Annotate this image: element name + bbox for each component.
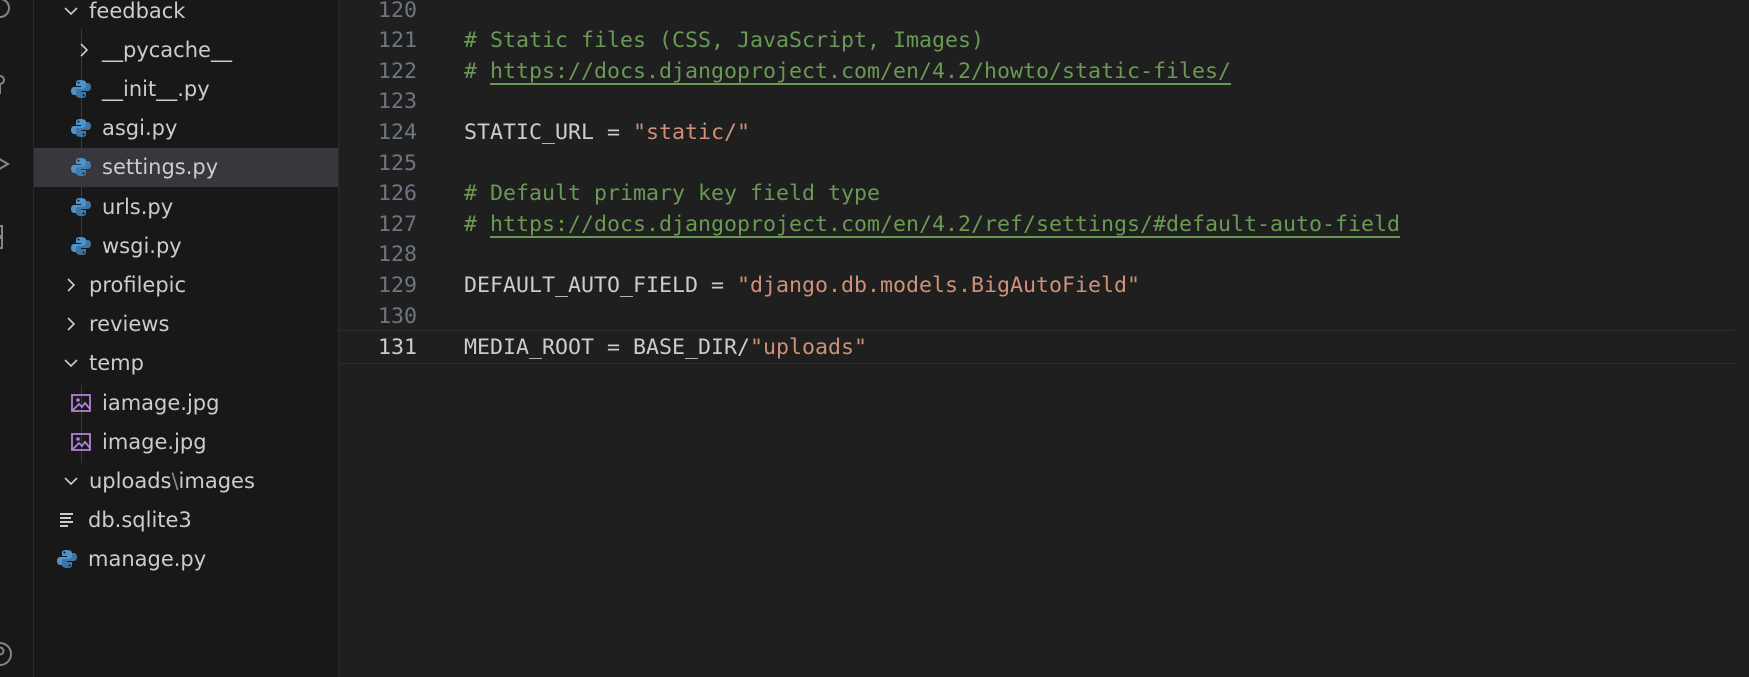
python-icon [70,117,92,139]
code-token: DEFAULT_AUTO_FIELD = [464,272,738,298]
code-text: STATIC_URL = "static/" [464,116,750,150]
run-debug-icon[interactable] [0,150,14,178]
explorer-item-label: db.sqlite3 [88,508,192,533]
image-file-icon [70,392,92,414]
code-line[interactable]: 129 DEFAULT_AUTO_FIELD = "django.db.model… [339,269,1734,303]
explorer-item-label: urls.py [102,194,174,219]
explorer-item[interactable]: db.sqlite3 [34,501,338,540]
path-segment: uploads [89,468,172,493]
python-icon [70,235,92,257]
code-token: # Static files (CSS, JavaScript, Images) [464,28,985,54]
source-control-icon[interactable] [0,70,14,98]
explorer-item[interactable]: reviews [34,305,338,344]
code-text: # https://docs.djangoproject.com/en/4.2/… [464,55,1231,89]
explorer-item[interactable]: manage.py [34,540,338,579]
activity-bar [0,0,34,677]
code-line[interactable]: 122 # https://docs.djangoproject.com/en/4… [339,55,1734,89]
code-line[interactable]: 127 # https://docs.djangoproject.com/en/4… [339,208,1734,242]
code-editor[interactable]: 120 121 # Static files (CSS, JavaScript, I… [339,0,1749,677]
explorer-item[interactable]: image.jpg [34,422,338,461]
explorer-item-label: reviews [89,312,170,337]
explorer-item[interactable]: temp [34,344,338,383]
line-number: 126 [377,181,417,207]
line-number: 125 [377,150,417,176]
explorer-item[interactable]: iamage.jpg [34,383,338,422]
line-number: 130 [377,303,417,329]
line-number: 128 [377,242,417,268]
code-link[interactable]: https://docs.djangoproject.com/en/4.2/ho… [490,59,1231,84]
code-line[interactable]: 128 [339,238,1734,272]
image-file-icon [70,431,92,453]
code-line[interactable]: 131 MEDIA_ROOT = BASE_DIR/"uploads" [339,330,1734,365]
code-token: "django.db.models.BigAutoField" [737,272,1141,298]
code-text: # Default primary key field type [464,177,880,211]
explorer-item-label: __init__.py [102,76,210,101]
explorer-item[interactable]: urls.py [34,187,338,226]
explorer-item[interactable]: wsgi.py [34,226,338,265]
explorer-item-label: profilepic [89,272,187,297]
code-token: STATIC_URL = [464,119,634,145]
code-line[interactable]: 121 # Static files (CSS, JavaScript, Imag… [339,24,1734,58]
code-token: # Default primary key field type [464,181,881,207]
explorer-item[interactable]: asgi.py [34,109,338,148]
code-text: DEFAULT_AUTO_FIELD = "django.db.models.B… [464,269,1140,303]
code-token: MEDIA_ROOT = BASE_DIR/ [464,335,751,361]
line-number: 131 [377,335,417,361]
path-separator: \ [171,468,179,493]
code-text: # https://docs.djangoproject.com/en/4.2/… [464,208,1400,242]
code-line[interactable]: 130 [339,300,1734,334]
line-number: 122 [377,58,417,84]
explorer-item[interactable]: profilepic [34,265,338,304]
code-line[interactable]: 126 # Default primary key field type [339,177,1734,211]
line-number: 124 [377,119,417,145]
chevron-down-icon[interactable] [60,352,82,374]
explorer-item-label: temp [89,351,144,376]
explorer-item-label: settings.py [102,155,219,180]
python-icon [70,78,92,100]
explorer-item[interactable]: feedback [34,0,338,30]
code-text: MEDIA_ROOT = BASE_DIR/"uploads" [464,331,867,365]
explorer-item[interactable]: __pycache__ [34,30,338,69]
code-line[interactable]: 124 STATIC_URL = "static/" [339,116,1734,150]
code-link[interactable]: https://docs.djangoproject.com/en/4.2/re… [490,212,1400,237]
explorer-item-label: image.jpg [102,429,207,454]
chevron-right-icon[interactable] [73,39,95,61]
explorer-item[interactable]: settings.py [34,147,338,187]
explorer-item-label: manage.py [88,547,207,572]
chevron-right-icon[interactable] [60,313,82,335]
chevron-down-icon[interactable] [60,0,82,22]
explorer-sidebar: feedback __pycache__ __init__.py asgi.py set… [34,0,339,677]
explorer-item-label: asgi.py [102,116,178,141]
explorer-item-label: feedback [89,0,186,23]
explorer-item-label: iamage.jpg [102,390,220,415]
python-icon [56,548,78,570]
explorer-item[interactable]: uploads\images [34,461,338,500]
python-icon [70,156,92,178]
line-number: 123 [377,89,417,115]
account-icon[interactable] [0,640,14,668]
chevron-right-icon[interactable] [60,274,82,296]
code-token: # [464,211,491,237]
explorer-item-label: wsgi.py [102,233,182,258]
explorer-item-label: uploads\images [89,469,255,493]
text-file-icon [56,509,78,531]
extensions-icon[interactable] [0,222,14,250]
explorer-icon[interactable] [0,0,14,22]
chevron-down-icon[interactable] [60,470,82,492]
line-number: 129 [377,272,417,298]
code-line[interactable]: 123 [339,85,1734,119]
code-line[interactable]: 125 [339,147,1734,181]
code-token: "static/" [633,119,751,145]
line-number: 121 [377,28,417,54]
code-token: # [464,58,491,84]
python-icon [70,196,92,218]
code-text: # Static files (CSS, JavaScript, Images) [464,24,984,58]
explorer-item[interactable]: __init__.py [34,69,338,108]
line-number: 127 [377,211,417,237]
code-token: "uploads" [750,335,868,361]
explorer-item-label: __pycache__ [102,37,232,62]
path-segment: images [178,468,255,493]
